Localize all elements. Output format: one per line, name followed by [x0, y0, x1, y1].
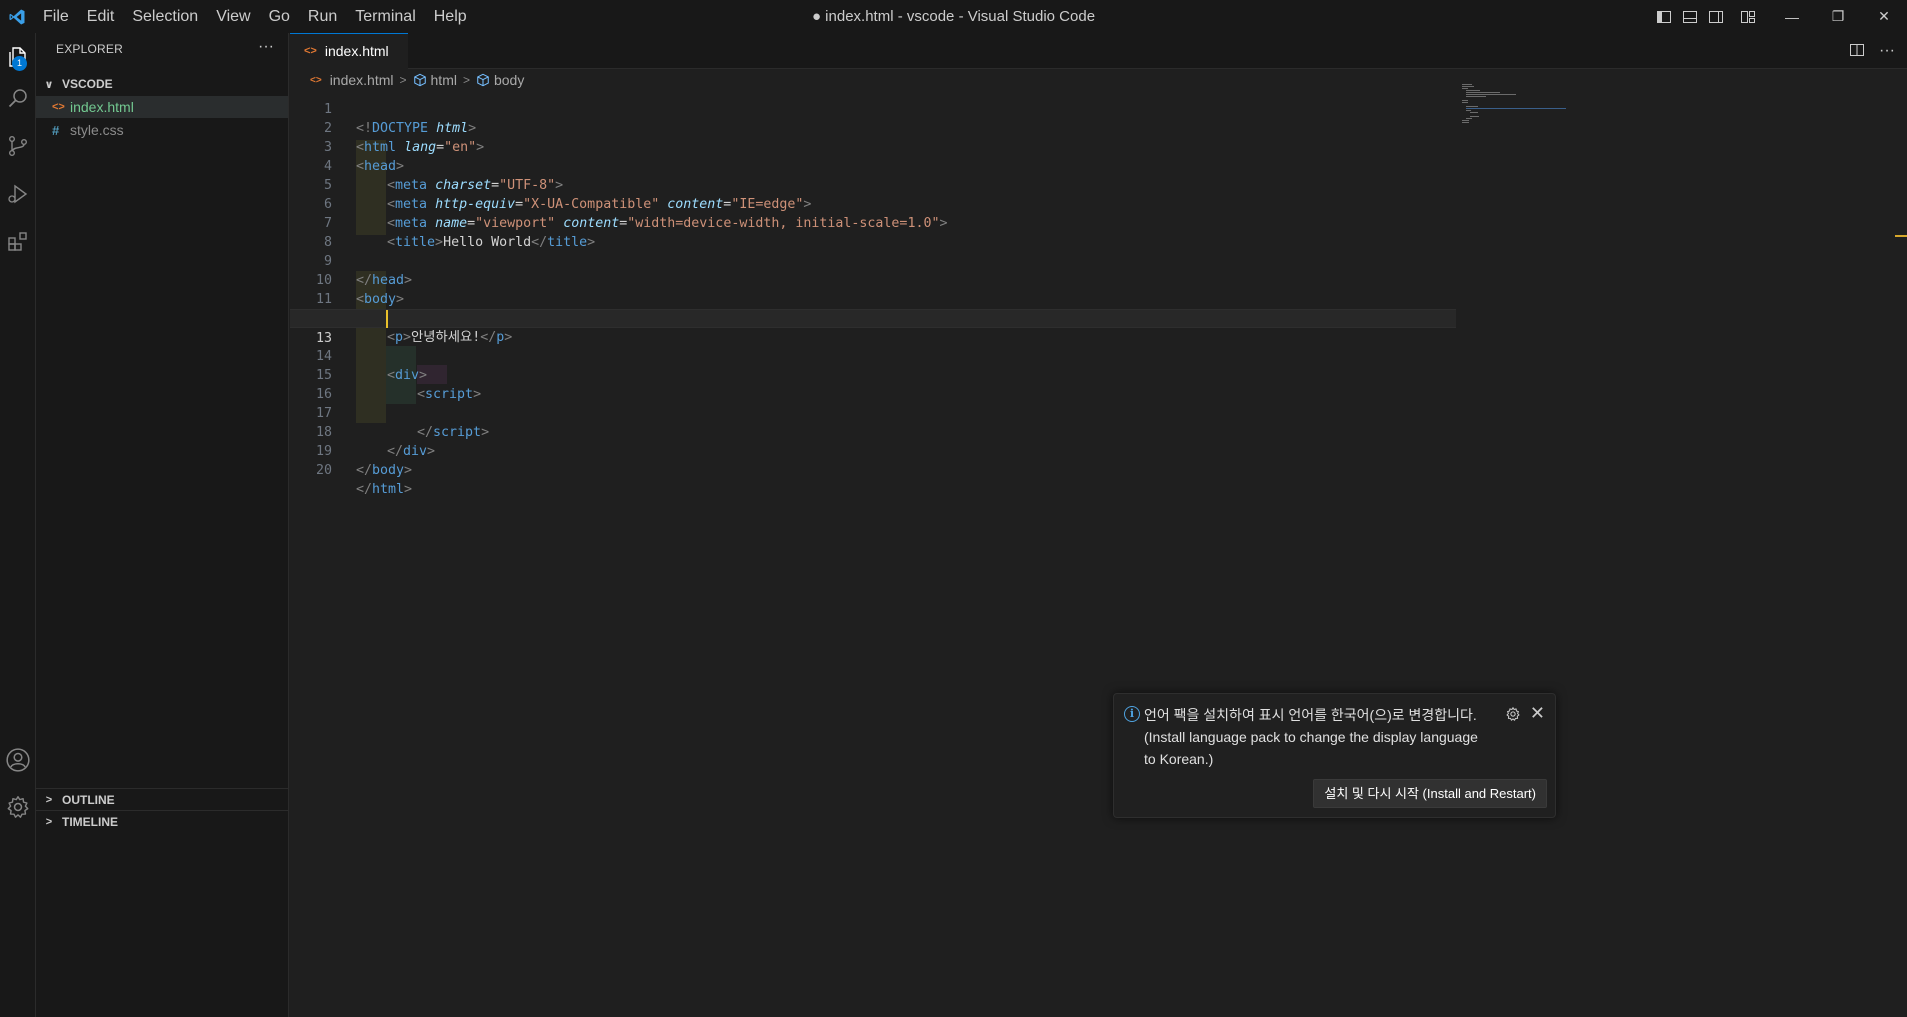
editor-actions: ···	[1849, 33, 1895, 69]
extensions-icon[interactable]	[0, 218, 36, 266]
code-line: 17 </script>	[290, 385, 1907, 440]
close-window-button[interactable]: ✕	[1861, 0, 1907, 33]
sidebar-header: EXPLORER ···	[36, 33, 288, 59]
code-text: </html>	[356, 482, 413, 497]
code-line: 2 <html lang="en">	[290, 100, 1907, 155]
outline-label: OUTLINE	[62, 792, 115, 807]
search-icon[interactable]	[0, 74, 36, 122]
code-line: 18 </div>	[290, 404, 1907, 459]
toggle-primary-sidebar-icon[interactable]	[1651, 0, 1677, 33]
css-file-icon: #	[52, 122, 60, 138]
manage-gear-icon[interactable]	[0, 783, 36, 831]
toggle-panel-icon[interactable]	[1677, 0, 1703, 33]
current-code-line: 13	[290, 309, 1456, 346]
explorer-badge: 1	[12, 56, 27, 71]
chevron-right-icon: >	[45, 815, 53, 828]
tab-label: index.html	[324, 43, 389, 59]
code-line: 6 <meta name="viewport" content="width=d…	[290, 176, 1907, 231]
code-line: 20 </html>	[290, 442, 1907, 497]
tab-bar: <> index.html ···	[290, 32, 1907, 69]
html-file-icon: <>	[52, 101, 65, 113]
menu-selection[interactable]: Selection	[123, 0, 207, 33]
code-line: 15 <script>	[290, 347, 1907, 402]
folder-header[interactable]: ∨ VSCODE	[36, 73, 288, 95]
explorer-sidebar: EXPLORER ··· ∨ VSCODE <> index.html # st…	[36, 33, 289, 1017]
info-icon: i	[1124, 706, 1140, 722]
customize-layout-icon[interactable]	[1735, 0, 1761, 33]
menu-bar: File Edit Selection View Go Run Terminal…	[34, 0, 476, 33]
notification-settings-gear-icon[interactable]	[1505, 706, 1521, 722]
folder-name: VSCODE	[62, 77, 113, 91]
split-editor-icon[interactable]	[1849, 42, 1865, 61]
code-line: 3 <head>	[290, 119, 1907, 174]
file-name: style.css	[70, 122, 124, 138]
scrollbar-cursor-marker	[1895, 235, 1907, 237]
line-number: 20	[315, 463, 332, 478]
code-line: 8	[290, 214, 1907, 250]
sidebar-title: EXPLORER	[56, 42, 123, 56]
code-line: 7 <title>Hello World</title>	[290, 195, 1907, 250]
chevron-right-icon: >	[45, 793, 53, 806]
code-line: 12 <p>안녕하세요!</p>	[290, 290, 1907, 345]
editor-area: <> index.html ··· <> index.html > html >…	[290, 32, 1907, 1017]
notification-message: 언어 팩을 설치하여 표시 언어를 한국어(으)로 변경합니다. (Instal…	[1144, 707, 1478, 767]
code-line: 9 </head>	[290, 233, 1907, 288]
title-bar: File Edit Selection View Go Run Terminal…	[0, 0, 1907, 33]
toggle-secondary-sidebar-icon[interactable]	[1703, 0, 1729, 33]
chevron-down-icon: ∨	[44, 78, 54, 91]
menu-view[interactable]: View	[207, 0, 259, 33]
code-line: 4 <meta charset="UTF-8">	[290, 138, 1907, 193]
outline-section[interactable]: > OUTLINE	[36, 788, 289, 810]
code-line: 19 </body>	[290, 423, 1907, 478]
code-line: 14 <div>	[290, 328, 1907, 383]
file-item-index-html[interactable]: <> index.html	[36, 96, 288, 118]
more-actions-icon[interactable]: ···	[1879, 42, 1895, 60]
menu-terminal[interactable]: Terminal	[346, 0, 424, 33]
install-and-restart-button[interactable]: 설치 및 다시 시작 (Install and Restart)	[1313, 779, 1547, 808]
language-pack-notification: i 언어 팩을 설치하여 표시 언어를 한국어(으)로 변경합니다. (Inst…	[1113, 693, 1556, 818]
menu-help[interactable]: Help	[425, 0, 476, 33]
text-cursor	[386, 310, 388, 328]
timeline-section[interactable]: > TIMELINE	[36, 810, 289, 832]
accounts-icon[interactable]	[0, 736, 36, 784]
html-file-icon: <>	[304, 45, 317, 57]
timeline-label: TIMELINE	[62, 814, 118, 829]
notification-close-icon[interactable]: ✕	[1530, 703, 1545, 724]
source-control-icon[interactable]	[0, 122, 36, 170]
code-line: 5 <meta http-equiv="X-UA-Compatible" con…	[290, 157, 1907, 212]
activity-bar: 1	[0, 33, 36, 1017]
code-line: 10 <body>	[290, 252, 1907, 307]
minimize-button[interactable]: —	[1769, 0, 1815, 33]
code-line: 1 <!DOCTYPE html>	[290, 81, 1907, 136]
file-name: index.html	[70, 99, 134, 115]
code-line: 11	[290, 271, 1907, 307]
tab-index-html[interactable]: <> index.html	[290, 32, 408, 69]
restore-button[interactable]: ❐	[1815, 0, 1861, 33]
menu-run[interactable]: Run	[299, 0, 346, 33]
file-item-style-css[interactable]: # style.css	[36, 119, 288, 141]
code-text: </body>	[356, 463, 413, 478]
run-and-debug-icon[interactable]	[0, 170, 36, 218]
minimap[interactable]	[1456, 81, 1566, 151]
window-controls: — ❐ ✕	[1651, 0, 1907, 33]
more-actions-button[interactable]: ···	[258, 36, 274, 56]
vscode-logo-icon[interactable]	[0, 0, 34, 33]
menu-file[interactable]: File	[34, 0, 78, 33]
menu-edit[interactable]: Edit	[78, 0, 124, 33]
menu-go[interactable]: Go	[260, 0, 299, 33]
code-line: 16	[290, 366, 1907, 402]
